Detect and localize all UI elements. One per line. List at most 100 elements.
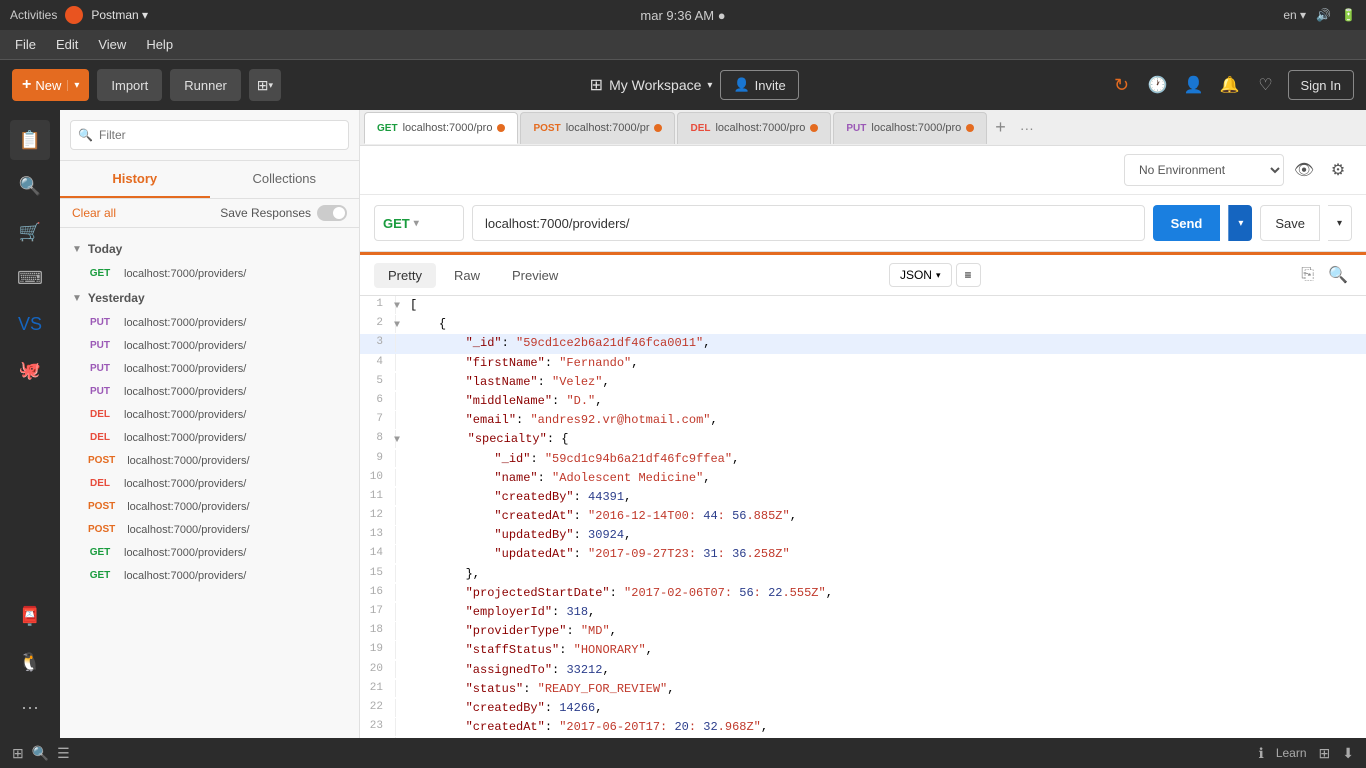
info-icon-btn[interactable]: ℹ — [1259, 745, 1264, 762]
json-line: 8▼ "specialty": { — [360, 430, 1366, 449]
url-input[interactable] — [472, 205, 1145, 241]
request-tab-1[interactable]: POST localhost:7000/pr — [520, 112, 675, 144]
more-options-button[interactable]: ⊞ ▾ — [249, 69, 281, 101]
response-toolbar: Pretty Raw Preview JSON ▾ ≡ ⎘ 🔍 — [360, 255, 1366, 296]
format-select-button[interactable]: JSON ▾ — [889, 263, 952, 287]
request-tab-3[interactable]: PUT localhost:7000/pro — [833, 112, 987, 144]
json-line: 19 "staffStatus": "HONORARY", — [360, 641, 1366, 660]
add-tab-button[interactable]: + — [989, 117, 1012, 138]
sidebar-item-extensions[interactable]: 🛒 — [10, 212, 50, 252]
more-tabs-button[interactable]: ··· — [1014, 120, 1040, 136]
language-indicator[interactable]: en ▾ — [1283, 8, 1306, 22]
tab-pretty[interactable]: Pretty — [374, 263, 436, 288]
list-item[interactable]: PUT localhost:7000/providers/ — [60, 334, 359, 357]
tab-raw[interactable]: Raw — [440, 263, 494, 288]
json-line: 21 "status": "READY_FOR_REVIEW", — [360, 680, 1366, 699]
line-number: 22 — [360, 699, 396, 717]
settings-icon-btn[interactable]: ⚙ — [1324, 156, 1352, 184]
icon-sidebar: 📋 🔍 🛒 ⌨ VS 🐙 📮 🐧 ⋯ — [0, 110, 60, 738]
sidebar-item-vscode[interactable]: VS — [10, 304, 50, 344]
download-btn[interactable]: ⬇ — [1342, 745, 1354, 762]
list-item[interactable]: DEL localhost:7000/providers/ — [60, 426, 359, 449]
new-button[interactable]: + New ▾ — [12, 69, 89, 101]
clear-all-button[interactable]: Clear all — [72, 206, 116, 220]
user-icon-btn[interactable]: 👤 — [1180, 71, 1208, 99]
json-content: "createdAt": "2016-12-14T00: 44: 56.885Z… — [408, 507, 1366, 526]
list-item[interactable]: DEL localhost:7000/providers/ — [60, 472, 359, 495]
send-button[interactable]: Send — [1153, 205, 1221, 241]
import-button[interactable]: Import — [97, 69, 162, 101]
menu-bar: File Edit View Help — [0, 30, 1366, 60]
list-item[interactable]: PUT localhost:7000/providers/ — [60, 311, 359, 334]
search-icon: 🔍 — [78, 128, 93, 142]
request-tab-0[interactable]: GET localhost:7000/pro — [364, 112, 518, 144]
list-item[interactable]: PUT localhost:7000/providers/ — [60, 380, 359, 403]
menu-help[interactable]: Help — [146, 37, 173, 52]
sidebar-item-history[interactable]: 📋 — [10, 120, 50, 160]
tab-history[interactable]: History — [60, 161, 210, 198]
line-number: 8 — [360, 430, 396, 448]
history-group-today[interactable]: ▼ Today — [60, 236, 359, 262]
list-item[interactable]: POST localhost:7000/providers/ — [60, 495, 359, 518]
list-item[interactable]: GET localhost:7000/providers/ — [60, 262, 359, 285]
system-clock: mar 9:36 AM ● — [640, 8, 725, 23]
tab-method: GET — [377, 123, 398, 134]
history-icon-btn[interactable]: 🕐 — [1144, 71, 1172, 99]
filter-input[interactable] — [70, 120, 349, 150]
layout-toggle-btn[interactable]: ⊞ — [12, 745, 24, 762]
save-button[interactable]: Save — [1260, 205, 1320, 241]
sidebar-item-git[interactable]: 🐙 — [10, 350, 50, 390]
eye-icon-btn[interactable]: 👁 — [1290, 156, 1318, 184]
activities-label[interactable]: Activities — [10, 8, 57, 22]
sign-in-button[interactable]: Sign In — [1288, 70, 1354, 100]
sidebar-item-grid[interactable]: ⋯ — [10, 688, 50, 728]
history-group-yesterday[interactable]: ▼ Yesterday — [60, 285, 359, 311]
list-item[interactable]: POST localhost:7000/providers/ — [60, 449, 359, 472]
search-response-btn[interactable]: 🔍 — [1324, 261, 1352, 289]
volume-icon: 🔊 — [1316, 8, 1331, 22]
method-badge: POST — [84, 454, 119, 467]
workspace-icon: ⊞ — [590, 75, 603, 95]
sync-button[interactable]: ↻ — [1108, 71, 1136, 99]
console-btn[interactable]: ☰ — [57, 745, 70, 762]
save-responses-switch[interactable] — [317, 205, 347, 221]
menu-view[interactable]: View — [98, 37, 126, 52]
method-select[interactable]: GET ▾ — [374, 205, 464, 241]
list-item[interactable]: PUT localhost:7000/providers/ — [60, 357, 359, 380]
learn-label[interactable]: Learn — [1276, 746, 1307, 760]
json-line: 10 "name": "Adolescent Medicine", — [360, 469, 1366, 488]
menu-edit[interactable]: Edit — [56, 37, 78, 52]
json-line: 18 "providerType": "MD", — [360, 622, 1366, 641]
list-item[interactable]: POST localhost:7000/providers/ — [60, 518, 359, 541]
search-wrapper: 🔍 — [70, 120, 349, 150]
sidebar-item-terminal[interactable]: ⌨ — [10, 258, 50, 298]
copy-icon-btn[interactable]: ⎘ — [1297, 261, 1318, 289]
url-bar: GET ▾ Send ▾ Save ▾ — [360, 195, 1366, 252]
sidebar-item-ubuntu[interactable]: 🐧 — [10, 642, 50, 682]
tab-collections[interactable]: Collections — [210, 161, 360, 198]
tab-method: DEL — [690, 123, 710, 134]
new-dropdown-arrow[interactable]: ▾ — [67, 80, 79, 91]
line-number: 23 — [360, 718, 396, 736]
list-item[interactable]: GET localhost:7000/providers/ — [60, 541, 359, 564]
runner-button[interactable]: Runner — [170, 69, 241, 101]
workspace-label: My Workspace — [609, 77, 701, 93]
send-dropdown-button[interactable]: ▾ — [1228, 205, 1252, 241]
line-number: 18 — [360, 622, 396, 640]
list-item[interactable]: GET localhost:7000/providers/ — [60, 564, 359, 587]
environment-select[interactable]: No Environment — [1124, 154, 1284, 186]
menu-file[interactable]: File — [15, 37, 36, 52]
sidebar-item-search[interactable]: 🔍 — [10, 166, 50, 206]
invite-button[interactable]: 👤 Invite — [720, 70, 798, 100]
save-dropdown-button[interactable]: ▾ — [1328, 205, 1352, 241]
wrap-icon-button[interactable]: ≡ — [956, 263, 981, 287]
heart-icon-btn[interactable]: ♡ — [1252, 71, 1280, 99]
tab-preview[interactable]: Preview — [498, 263, 572, 288]
notification-icon-btn[interactable]: 🔔 — [1216, 71, 1244, 99]
workspace-button[interactable]: ⊞ My Workspace ▾ — [590, 75, 713, 95]
request-tab-2[interactable]: DEL localhost:7000/pro — [677, 112, 831, 144]
search-bottom-btn[interactable]: 🔍 — [32, 745, 49, 762]
list-item[interactable]: DEL localhost:7000/providers/ — [60, 403, 359, 426]
sidebar-item-postman[interactable]: 📮 — [10, 596, 50, 636]
grid-bottom-btn[interactable]: ⊞ — [1319, 745, 1331, 762]
